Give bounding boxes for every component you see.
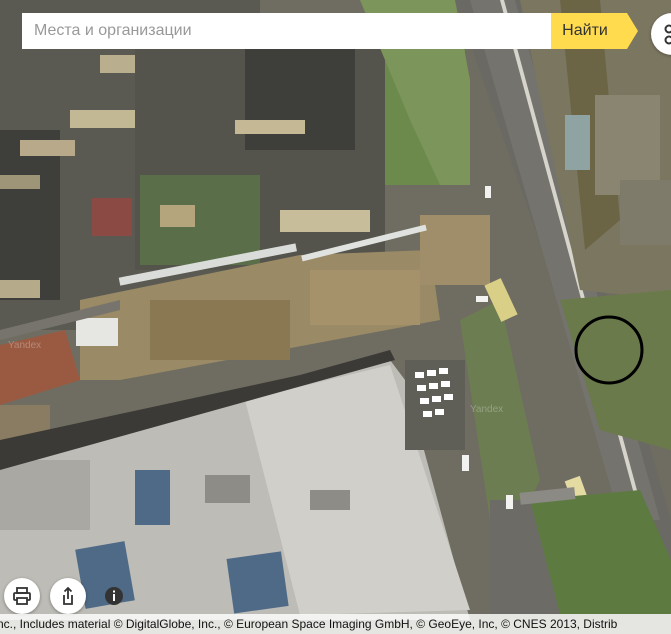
route-icon: [664, 24, 671, 45]
attribution-text: nc., Includes material © DigitalGlobe, I…: [0, 617, 618, 631]
map-watermark: Yandex: [470, 404, 503, 415]
print-button[interactable]: [4, 578, 40, 614]
share-icon: [63, 586, 73, 605]
satellite-map[interactable]: Yandex Yandex: [0, 0, 671, 634]
map-attribution: nc., Includes material © DigitalGlobe, I…: [0, 614, 671, 634]
search-bar: Найти: [22, 13, 638, 49]
search-button[interactable]: Найти: [551, 13, 638, 49]
info-button[interactable]: [103, 585, 125, 607]
info-icon: [105, 587, 123, 605]
printer-icon: [13, 587, 31, 605]
satellite-imagery: Yandex Yandex: [0, 0, 671, 634]
map-watermark: Yandex: [8, 340, 41, 351]
search-input[interactable]: [22, 13, 551, 49]
share-button[interactable]: [50, 578, 86, 614]
